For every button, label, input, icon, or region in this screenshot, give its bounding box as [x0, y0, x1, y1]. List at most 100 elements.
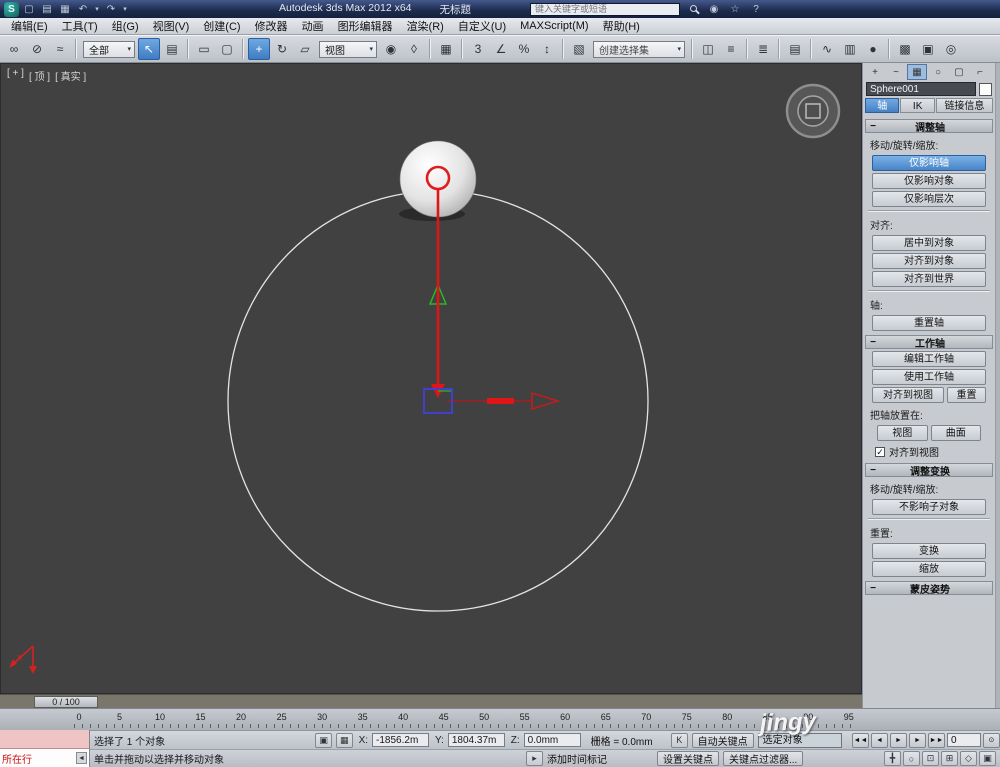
place-surface-button[interactable]: 曲面	[930, 425, 981, 441]
timeline-tick[interactable]: 60	[558, 712, 572, 722]
z-coordinate-field[interactable]: 0.0mm	[523, 733, 581, 747]
steering-wheel-widget[interactable]	[785, 83, 841, 139]
app-logo-icon[interactable]: S	[4, 1, 19, 17]
redo-icon[interactable]: ↷	[103, 4, 119, 15]
menu-maxscript[interactable]: MAXScript(M)	[513, 20, 595, 32]
maxscript-mini-listener[interactable]: 所在行 ◄	[0, 730, 90, 767]
timeline-tick[interactable]: 45	[437, 712, 451, 722]
align-to-view-checkbox[interactable]: ✓	[875, 446, 885, 457]
graphite-ribbon-icon[interactable]: ▤	[784, 38, 806, 60]
undo-icon[interactable]: ↶	[75, 4, 91, 15]
center-to-object-button[interactable]: 居中到对象	[872, 235, 986, 251]
gizmo-x-arrowhead[interactable]	[531, 391, 561, 411]
tab-pivot[interactable]: 轴	[865, 98, 900, 113]
absolute-offset-icon[interactable]: ▦	[335, 732, 353, 748]
timeline-tick[interactable]: 70	[639, 712, 653, 722]
render-production-icon[interactable]: ◎	[940, 38, 962, 60]
affect-pivot-only-button[interactable]: 仅影响轴	[872, 155, 986, 171]
track-bar-ruler[interactable]: 0 5 10 15 20 25 30 35 40 45 50 55 60 65 …	[0, 708, 1000, 730]
reference-coordinate-dropdown[interactable]: 视图 ▾	[319, 40, 377, 58]
add-time-tag-label[interactable]: 添加时间标记	[547, 751, 607, 766]
macro-recorder-pane[interactable]	[0, 730, 89, 749]
place-view-button[interactable]: 视图	[877, 425, 928, 441]
key-selection-dropdown[interactable]: 选定对象	[757, 732, 842, 748]
select-and-manipulate-icon[interactable]: ◊	[403, 38, 425, 60]
rollout-header-adjust-transform[interactable]: − 调整变换	[865, 463, 993, 478]
named-selection-sets-dropdown[interactable]: 创建选择集 ▾	[593, 40, 685, 58]
menu-views[interactable]: 视图(V)	[146, 18, 197, 34]
align-to-world-button[interactable]: 对齐到世界	[872, 271, 986, 287]
timeline-tick[interactable]: 15	[194, 712, 208, 722]
timeline-tick[interactable]: 65	[599, 712, 613, 722]
mirror-icon[interactable]: ◫	[697, 38, 719, 60]
curve-editor-icon[interactable]: ∿	[816, 38, 838, 60]
selection-lock-icon[interactable]: ▣	[315, 732, 332, 748]
timeline-tick[interactable]: 80	[720, 712, 734, 722]
favorites-icon[interactable]: ☆	[727, 4, 743, 15]
object-name-field[interactable]: Sphere001	[866, 82, 976, 96]
layer-manager-icon[interactable]: ≣	[752, 38, 774, 60]
go-to-start-icon[interactable]: ◄◄	[851, 732, 869, 748]
field-of-view-icon[interactable]: ◇	[960, 751, 977, 766]
rollout-header-adjust-pivot[interactable]: − 调整轴	[865, 119, 993, 134]
create-panel-icon[interactable]: +	[865, 64, 885, 80]
play-icon[interactable]: ►	[889, 732, 907, 748]
menu-edit[interactable]: 编辑(E)	[4, 18, 55, 34]
redo-dropdown-icon[interactable]: ▾	[121, 5, 129, 13]
menu-customize[interactable]: 自定义(U)	[451, 18, 513, 34]
menu-rendering[interactable]: 渲染(R)	[400, 18, 451, 34]
viewport-shading-menu[interactable]: [ 真实 ]	[55, 68, 86, 83]
viewport-general-menu[interactable]: [ + ]	[7, 68, 24, 83]
percent-snap-icon[interactable]: %	[513, 38, 535, 60]
save-file-icon[interactable]: ▦	[57, 4, 73, 15]
select-object-icon[interactable]: ↖	[138, 38, 160, 60]
maximize-viewport-icon[interactable]: ▣	[979, 751, 996, 766]
spinner-snap-icon[interactable]: ↕	[536, 38, 558, 60]
timeline-tick[interactable]: 0	[72, 712, 86, 722]
align-to-object-button[interactable]: 对齐到对象	[872, 253, 986, 269]
align-to-view-button[interactable]: 对齐到视图	[872, 387, 945, 403]
timeline-tick[interactable]: 50	[477, 712, 491, 722]
viewport-canvas[interactable]: x	[1, 64, 861, 693]
menu-create[interactable]: 创建(C)	[196, 18, 247, 34]
bind-to-spacewarp-icon[interactable]: ≈	[49, 38, 71, 60]
search-icon[interactable]	[685, 4, 701, 15]
timeline-tick[interactable]: 5	[113, 712, 127, 722]
auto-key-button[interactable]: 自动关键点	[691, 732, 754, 748]
material-editor-icon[interactable]: ●	[862, 38, 884, 60]
keyboard-override-icon[interactable]: ▦	[435, 38, 457, 60]
motion-panel-icon[interactable]: ○	[928, 64, 948, 80]
scripting-pane[interactable]: 所在行 ◄	[0, 749, 89, 767]
previous-frame-icon[interactable]: ◄	[870, 732, 888, 748]
unlink-selection-icon[interactable]: ⊘	[26, 38, 48, 60]
timeline-tick[interactable]: 55	[518, 712, 532, 722]
timeline-tick[interactable]: 95	[842, 712, 856, 722]
select-and-scale-icon[interactable]: ▱	[294, 38, 316, 60]
pan-view-icon[interactable]: ╋	[884, 751, 901, 766]
gizmo-x-highlight[interactable]	[487, 398, 514, 404]
open-file-icon[interactable]: ▤	[39, 4, 55, 15]
affect-object-only-button[interactable]: 仅影响对象	[872, 173, 986, 189]
modify-panel-icon[interactable]: ~	[886, 64, 906, 80]
undo-dropdown-icon[interactable]: ▾	[93, 5, 101, 13]
current-frame-field[interactable]: 0	[946, 733, 981, 747]
rendered-frame-icon[interactable]: ▣	[917, 38, 939, 60]
key-filters-button[interactable]: 关键点过滤器...	[723, 751, 804, 766]
next-frame-icon[interactable]: ►	[908, 732, 926, 748]
align-icon[interactable]: ≡	[720, 38, 742, 60]
reset-scale-button[interactable]: 缩放	[872, 561, 986, 577]
angle-snap-icon[interactable]: ∠	[490, 38, 512, 60]
object-color-swatch[interactable]	[979, 82, 992, 96]
panel-scrollbar[interactable]	[995, 63, 1000, 708]
snaps-toggle-icon[interactable]: 3	[467, 38, 489, 60]
help-icon[interactable]: ?	[748, 4, 764, 15]
zoom-extents-all-icon[interactable]: ⊞	[941, 751, 958, 766]
display-panel-icon[interactable]: ▢	[949, 64, 969, 80]
reset-transform-button[interactable]: 变换	[872, 543, 986, 559]
select-and-rotate-icon[interactable]: ↻	[271, 38, 293, 60]
timeline-tick[interactable]: 30	[315, 712, 329, 722]
zoom-icon[interactable]: ○	[903, 751, 920, 766]
use-pivot-center-icon[interactable]: ◉	[380, 38, 402, 60]
select-and-move-icon[interactable]: +	[248, 38, 270, 60]
schematic-view-icon[interactable]: ▥	[839, 38, 861, 60]
